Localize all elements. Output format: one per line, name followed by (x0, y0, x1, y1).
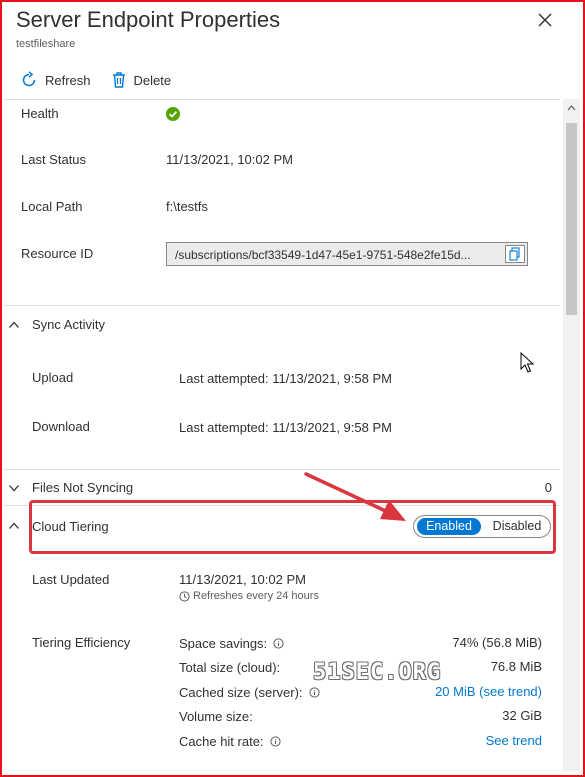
delete-label: Delete (133, 72, 172, 88)
local-path-value: f:\testfs (166, 199, 208, 214)
sync-activity-header[interactable]: Sync Activity (32, 317, 105, 332)
annotation-arrow-icon (304, 472, 406, 521)
cached-size-label: Cached size (server): (179, 685, 303, 700)
info-icon[interactable] (273, 638, 284, 649)
space-savings-row: Space savings: (179, 636, 284, 651)
annotation-highlight-box (29, 500, 556, 554)
divider (4, 305, 560, 306)
scrollbar-thumb[interactable] (566, 123, 577, 315)
chevron-down-icon[interactable] (8, 482, 20, 494)
refresh-icon (22, 71, 36, 87)
cached-size-row: Cached size (server): (179, 685, 320, 700)
volume-size-value: 32 GiB (502, 708, 542, 723)
info-icon[interactable] (269, 736, 281, 747)
last-status-value: 11/13/2021, 10:02 PM (166, 152, 293, 167)
refresh-note-text: Refreshes every 24 hours (193, 590, 319, 602)
page-title: Server Endpoint Properties (16, 7, 281, 32)
download-value: Last attempted: 11/13/2021, 9:58 PM (179, 420, 392, 435)
files-not-syncing-count: 0 (544, 480, 552, 495)
resource-id-field[interactable]: /subscriptions/bcf33549-1d47-45e1-9751-5… (166, 242, 528, 266)
page-subtitle: testfileshare (16, 38, 76, 50)
divider (4, 469, 560, 470)
refresh-note: Refreshes every 24 hours (179, 590, 319, 602)
delete-button[interactable]: Delete (111, 71, 172, 89)
command-bar: Refresh Delete (20, 69, 191, 91)
cache-hit-row: Cache hit rate: (179, 734, 281, 749)
total-size-label: Total size (cloud): (179, 660, 281, 675)
mouse-cursor-icon (520, 352, 535, 373)
health-label: Health (21, 106, 59, 121)
copy-icon (509, 247, 520, 261)
files-not-syncing-header[interactable]: Files Not Syncing (32, 480, 133, 495)
last-updated-label: Last Updated (32, 572, 110, 587)
close-icon[interactable] (536, 11, 554, 29)
cache-hit-label: Cache hit rate: (179, 734, 264, 749)
space-savings-value: 74% (56.8 MiB) (452, 635, 542, 650)
health-check-icon (166, 107, 180, 121)
upload-label: Upload (32, 370, 74, 385)
cache-hit-link[interactable]: See trend (392, 733, 542, 748)
clock-icon (179, 590, 190, 602)
volume-size-label: Volume size: (179, 709, 253, 724)
scroll-up-icon[interactable] (566, 103, 577, 113)
tiering-efficiency-label: Tiering Efficiency (32, 635, 131, 650)
chevron-up-icon[interactable] (8, 520, 20, 532)
divider (4, 99, 560, 100)
chevron-up-icon[interactable] (8, 319, 20, 331)
watermark-text: 51SEC.ORG (313, 660, 442, 685)
info-icon[interactable] (308, 687, 320, 698)
local-path-label: Local Path (21, 199, 83, 214)
upload-value: Last attempted: 11/13/2021, 9:58 PM (179, 371, 392, 386)
copy-button[interactable] (505, 245, 525, 263)
last-updated-value: 11/13/2021, 10:02 PM (179, 572, 306, 587)
cached-size-link[interactable]: 20 MiB (see trend) (392, 684, 542, 699)
refresh-button[interactable]: Refresh (20, 71, 91, 89)
last-status-label: Last Status (21, 152, 87, 167)
trash-icon (112, 72, 125, 88)
refresh-label: Refresh (45, 72, 91, 88)
space-savings-label: Space savings: (179, 636, 268, 651)
download-label: Download (32, 419, 90, 434)
resource-id-label: Resource ID (21, 246, 94, 261)
